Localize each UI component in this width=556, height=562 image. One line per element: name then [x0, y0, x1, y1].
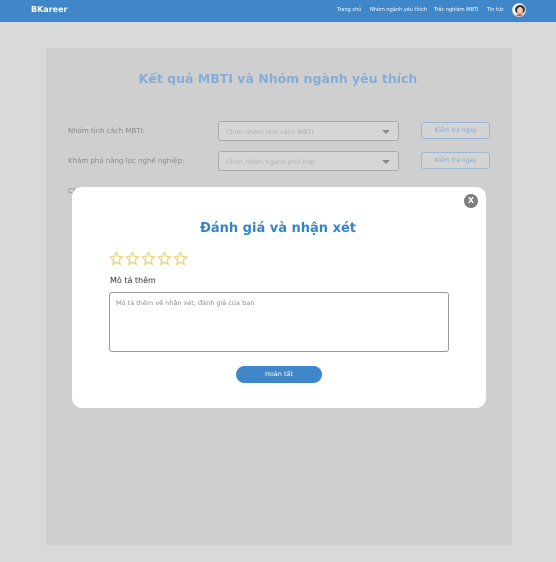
top-nav-bar: BKareer Trang chủ Nhóm ngành yêu thích T…: [0, 0, 556, 22]
nav-home[interactable]: Trang chủ: [337, 7, 361, 13]
mbti-group-label: Nhóm tính cách MBTI:: [68, 127, 145, 135]
career-ability-label: Khám phá năng lực nghề nghiệp:: [68, 157, 185, 165]
nav-news[interactable]: Tin tức: [487, 7, 504, 13]
mbti-group-select[interactable]: Chọn nhóm tính cách MBTI: [218, 121, 399, 141]
star-rating[interactable]: [109, 251, 188, 266]
star-4-icon[interactable]: [157, 251, 172, 266]
nav-mbti-test[interactable]: Trắc nghiệm MBTI: [434, 7, 479, 13]
nav-favorite-majors[interactable]: Nhóm ngành yêu thích: [370, 7, 427, 13]
career-group-select-value: Chọn nhóm ngành phù hợp: [226, 158, 315, 166]
mbti-group-select-value: Chọn nhóm tính cách MBTI: [226, 128, 314, 136]
modal-title: Đánh giá và nhận xét: [199, 221, 356, 236]
description-textarea[interactable]: [109, 292, 449, 352]
chevron-down-icon: [382, 160, 390, 164]
star-3-icon[interactable]: [141, 251, 156, 266]
page-title: Kết quả MBTI và Nhóm ngành yêu thích: [138, 71, 418, 86]
close-icon[interactable]: X: [464, 194, 478, 208]
star-1-icon[interactable]: [109, 251, 124, 266]
chevron-down-icon: [382, 130, 390, 134]
submit-button[interactable]: Hoàn tất: [236, 366, 322, 383]
brand-logo[interactable]: BKareer: [31, 5, 67, 14]
star-5-icon[interactable]: [173, 251, 188, 266]
description-label: Mô tả thêm: [110, 276, 156, 285]
career-group-select[interactable]: Chọn nhóm ngành phù hợp: [218, 151, 399, 171]
star-2-icon[interactable]: [125, 251, 140, 266]
check-career-button[interactable]: Kiểm tra ngay: [421, 152, 490, 169]
user-avatar-icon[interactable]: [512, 3, 526, 17]
check-mbti-button[interactable]: Kiểm tra ngay: [421, 122, 490, 139]
